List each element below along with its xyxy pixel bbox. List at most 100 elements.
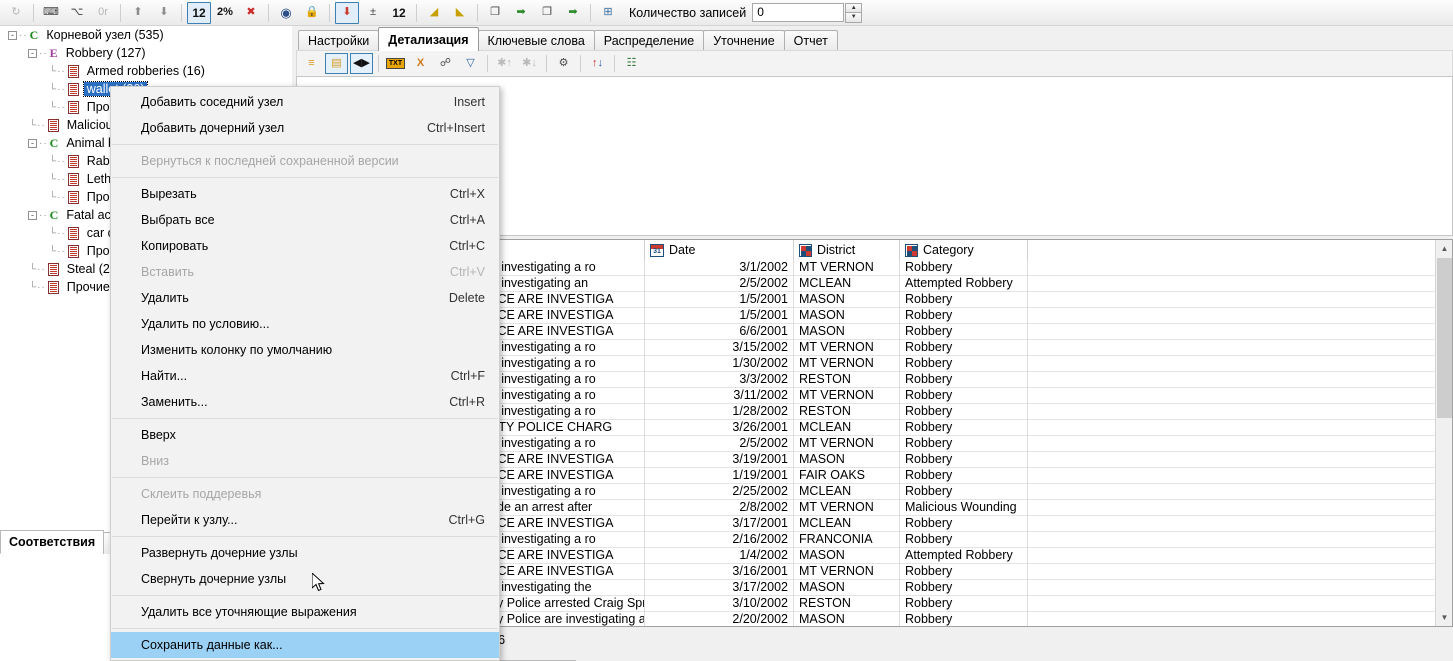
table-cell-rest[interactable]	[1028, 532, 1448, 548]
table-cell-district[interactable]: MASON	[794, 580, 900, 596]
table-cell-rest[interactable]	[1028, 372, 1448, 388]
menu-item[interactable]: Найти... Ctrl+F	[111, 363, 499, 389]
table-cell-district[interactable]: MCLEAN	[794, 484, 900, 500]
table-cell-category[interactable]: Robbery	[900, 516, 1028, 532]
table-cell-date[interactable]: 3/3/2002	[645, 372, 794, 388]
menu-item[interactable]: Удалить Delete	[111, 285, 499, 311]
prev-match-icon[interactable]: ✱↑	[493, 53, 516, 74]
table-cell-rest[interactable]	[1028, 500, 1448, 516]
table-cell-date[interactable]: 1/5/2001	[645, 308, 794, 324]
table-cell-rest[interactable]	[1028, 468, 1448, 484]
tab-detalizaciya[interactable]: Детализация	[378, 27, 479, 51]
table-cell-date[interactable]: 2/8/2002	[645, 500, 794, 516]
branch-fill-icon[interactable]: ◢	[422, 2, 446, 24]
table-cell-district[interactable]: MT VERNON	[794, 356, 900, 372]
table-cell-district[interactable]: RESTON	[794, 596, 900, 612]
move-down-icon[interactable]: ⬇	[152, 2, 176, 24]
table-cell-category[interactable]: Attempted Robbery	[900, 548, 1028, 564]
table-cell-district[interactable]: MCLEAN	[794, 420, 900, 436]
tab-refinement[interactable]: Уточнение	[703, 30, 785, 51]
scroll-down-icon[interactable]: ▼	[1436, 609, 1452, 626]
table-view-icon[interactable]: ▤	[325, 53, 348, 74]
tree-node-label[interactable]: Armed robberies (16)	[84, 64, 208, 78]
table-cell-category[interactable]: Robbery	[900, 532, 1028, 548]
table-cell-category[interactable]: Robbery	[900, 308, 1028, 324]
table-cell-date[interactable]: 3/15/2002	[645, 340, 794, 356]
menu-item[interactable]: Удалить по условию...	[111, 311, 499, 337]
table-cell-rest[interactable]	[1028, 516, 1448, 532]
table-cell-category[interactable]: Robbery	[900, 612, 1028, 626]
menu-item[interactable]: Вверх	[111, 422, 499, 448]
table-cell-rest[interactable]	[1028, 260, 1448, 276]
table-cell-category[interactable]: Robbery	[900, 420, 1028, 436]
menu-item[interactable]: Добавить дочерний узел Ctrl+Insert	[111, 115, 499, 141]
table-cell-district[interactable]: MASON	[794, 548, 900, 564]
table-cell-date[interactable]: 1/5/2001	[645, 292, 794, 308]
table-cell-district[interactable]: MASON	[794, 308, 900, 324]
scroll-up-icon[interactable]: ▲	[1436, 240, 1452, 257]
table-cell-date[interactable]: 1/30/2002	[645, 356, 794, 372]
or-operator-icon[interactable]: 0r	[91, 2, 115, 24]
grid-column-header[interactable]: Date	[645, 240, 794, 260]
tree-expander-icon[interactable]: -	[28, 48, 37, 58]
table-cell-rest[interactable]	[1028, 340, 1448, 356]
tab-report[interactable]: Отчет	[783, 30, 838, 51]
table-cell-date[interactable]: 1/28/2002	[645, 404, 794, 420]
main-tabs[interactable]: Настройки Детализация Ключевые слова Рас…	[292, 26, 838, 51]
table-cell-district[interactable]: MT VERNON	[794, 388, 900, 404]
table-cell-category[interactable]: Robbery	[900, 372, 1028, 388]
records-count-stepper[interactable]: ▲ ▼	[845, 2, 863, 23]
table-cell-date[interactable]: 2/5/2002	[645, 436, 794, 452]
tab-sootvetstviya[interactable]: Соответствия	[0, 530, 105, 554]
table-cell-rest[interactable]	[1028, 292, 1448, 308]
copy-page-icon[interactable]: ❐	[483, 2, 507, 24]
tree-expander-icon[interactable]: -	[28, 210, 37, 220]
menu-item[interactable]: Сохранить данные как...	[111, 632, 499, 658]
grid-vertical-scrollbar[interactable]: ▲ ▼	[1435, 240, 1452, 626]
tree-table-icon[interactable]: ⊞	[596, 2, 620, 24]
menu-item[interactable]: Заменить... Ctrl+R	[111, 389, 499, 415]
table-cell-rest[interactable]	[1028, 420, 1448, 436]
numeric-12-icon[interactable]: 12	[187, 1, 211, 24]
excel-export-icon[interactable]: X	[409, 53, 432, 74]
table-cell-rest[interactable]	[1028, 580, 1448, 596]
table-cell-district[interactable]: MCLEAN	[794, 516, 900, 532]
table-cell-district[interactable]: MASON	[794, 612, 900, 626]
tab-distribution[interactable]: Распределение	[593, 30, 705, 51]
table-cell-district[interactable]: RESTON	[794, 372, 900, 388]
tree-node-label[interactable]: Robbery (127)	[63, 46, 149, 60]
refresh-icon[interactable]: ↻	[4, 2, 28, 24]
table-cell-rest[interactable]	[1028, 452, 1448, 468]
scrollbar-thumb[interactable]	[1437, 258, 1452, 418]
lock-icon[interactable]: 🔒	[300, 2, 324, 24]
table-cell-rest[interactable]	[1028, 404, 1448, 420]
table-cell-district[interactable]: MASON	[794, 292, 900, 308]
stepper-up-icon[interactable]: ▲	[845, 2, 863, 12]
tree-node-label[interactable]: Прочие	[64, 280, 113, 294]
table-cell-category[interactable]: Robbery	[900, 468, 1028, 484]
table-cell-date[interactable]: 3/19/2001	[645, 452, 794, 468]
table-cell-rest[interactable]	[1028, 612, 1448, 626]
tab-settings[interactable]: Настройки	[298, 30, 380, 51]
table-cell-category[interactable]: Robbery	[900, 564, 1028, 580]
tree-expander-icon[interactable]: -	[8, 30, 17, 40]
tree-node[interactable]: - ·· E Robbery (127)	[0, 44, 290, 62]
table-cell-date[interactable]: 2/16/2002	[645, 532, 794, 548]
table-cell-rest[interactable]	[1028, 356, 1448, 372]
grid-column-header[interactable]	[1028, 240, 1448, 260]
table-cell-category[interactable]: Robbery	[900, 340, 1028, 356]
menu-item[interactable]: Вырезать Ctrl+X	[111, 181, 499, 207]
find-icon[interactable]: ☍	[434, 53, 457, 74]
table-cell-rest[interactable]	[1028, 484, 1448, 500]
no-chart-icon[interactable]: ✖	[239, 2, 263, 24]
table-cell-district[interactable]: MT VERNON	[794, 260, 900, 276]
table-cell-district[interactable]: MT VERNON	[794, 500, 900, 516]
tree-node[interactable]: - ·· C Корневой узел (535)	[0, 26, 290, 44]
plus-minus-icon[interactable]: ±	[361, 2, 385, 24]
menu-item[interactable]: Удалить все уточняющие выражения	[111, 599, 499, 625]
tree-context-menu[interactable]: Добавить соседний узел Insert Добавить доч…	[110, 86, 500, 661]
fit-columns-icon[interactable]: ◀▶	[350, 53, 373, 74]
table-cell-rest[interactable]	[1028, 596, 1448, 612]
tree-branch-icon[interactable]: ⌥	[65, 2, 89, 24]
table-cell-rest[interactable]	[1028, 324, 1448, 340]
